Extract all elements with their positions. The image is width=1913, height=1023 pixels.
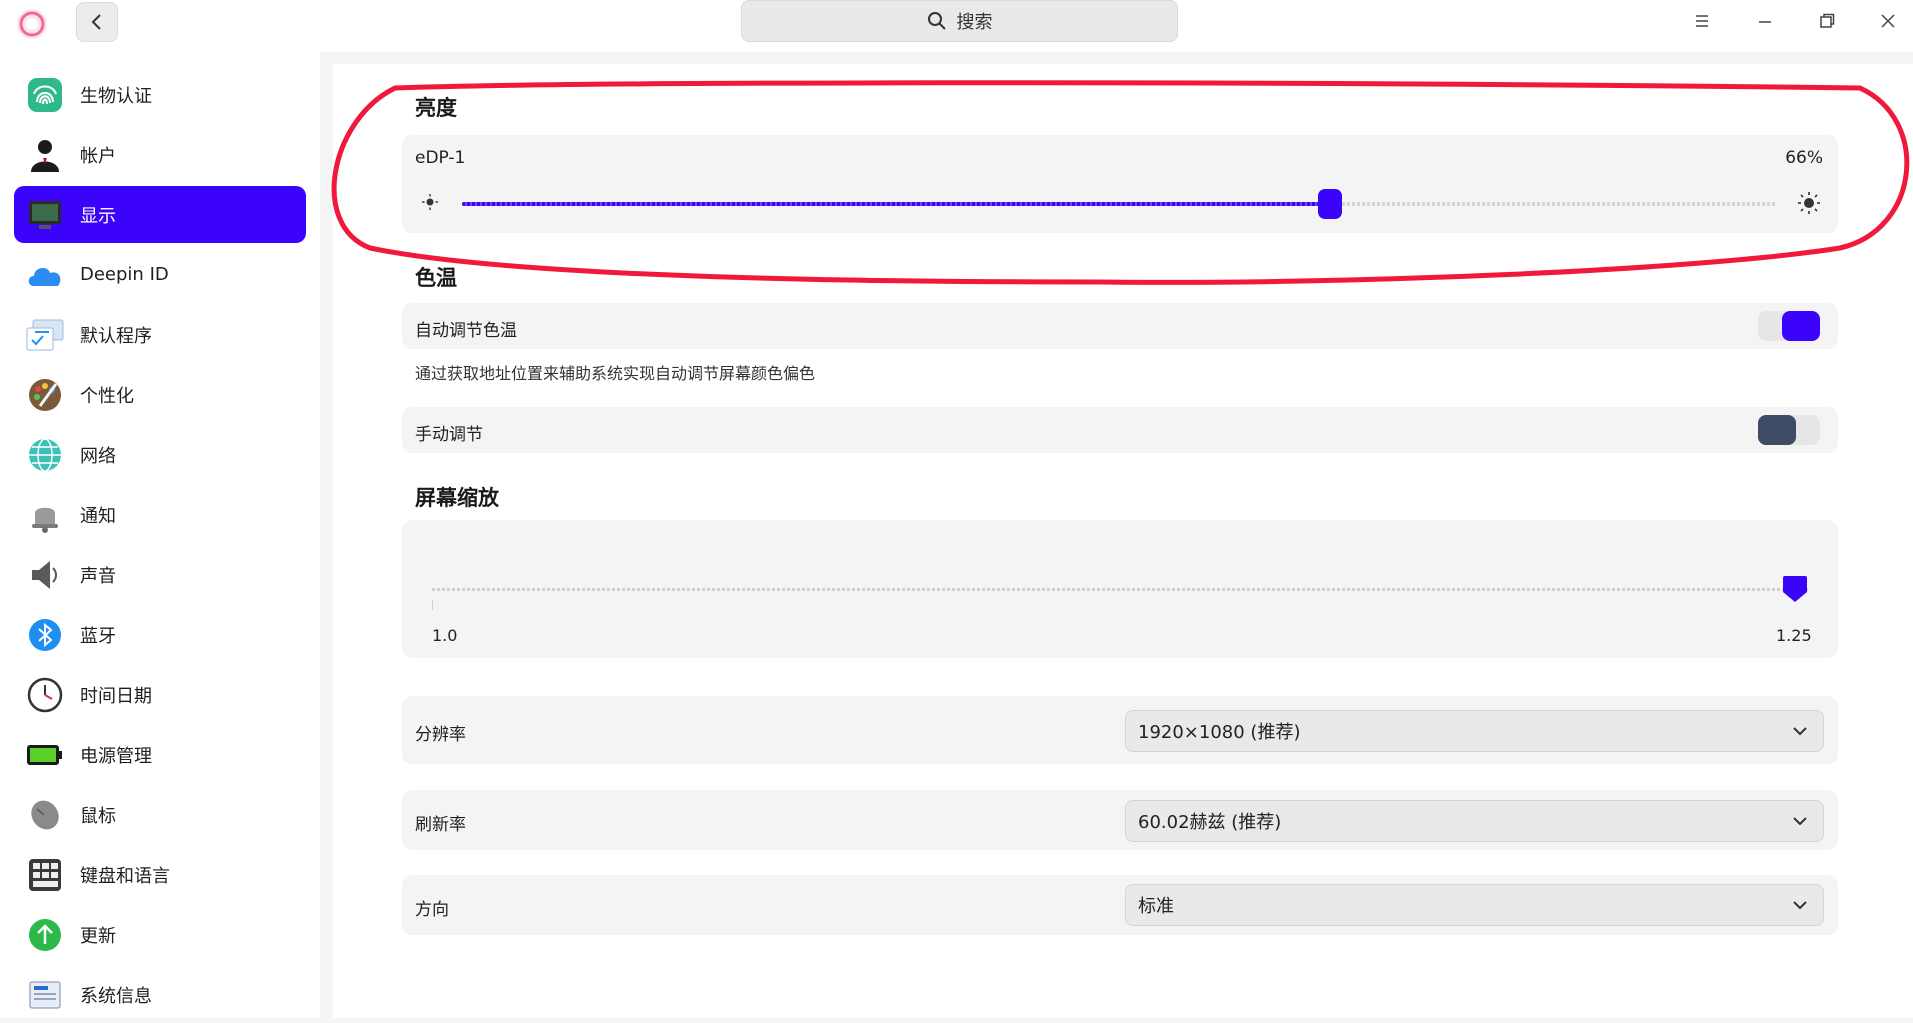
auto-color-temp-label: 自动调节色温 bbox=[415, 321, 517, 341]
orientation-value: 标准 bbox=[1138, 896, 1174, 917]
manual-adjust-label: 手动调节 bbox=[415, 425, 483, 445]
resolution-label: 分辨率 bbox=[415, 725, 466, 745]
scaling-min-label: 1.0 bbox=[432, 626, 458, 645]
refresh-rate-label: 刷新率 bbox=[415, 815, 466, 835]
scaling-tick-min bbox=[432, 600, 433, 610]
refresh-rate-value: 60.02赫兹 (推荐) bbox=[1138, 812, 1282, 833]
scaling-slider-handle[interactable] bbox=[1782, 574, 1808, 608]
chevron-down-icon bbox=[1793, 817, 1807, 826]
refresh-rate-select[interactable]: 60.02赫兹 (推荐) bbox=[1125, 800, 1824, 842]
auto-color-temp-row bbox=[402, 303, 1838, 349]
scaling-title: 屏幕缩放 bbox=[415, 486, 499, 510]
auto-color-temp-toggle[interactable] bbox=[1758, 311, 1820, 341]
toggle-knob bbox=[1782, 311, 1820, 341]
scaling-slider[interactable] bbox=[432, 576, 1808, 610]
annotation-circle bbox=[331, 80, 1910, 285]
manual-adjust-row bbox=[402, 407, 1838, 453]
scaling-max-label: 1.25 bbox=[1776, 626, 1812, 645]
resolution-value: 1920×1080 (推荐) bbox=[1138, 722, 1301, 743]
chevron-down-icon bbox=[1793, 901, 1807, 910]
chevron-down-icon bbox=[1793, 727, 1807, 736]
orientation-label: 方向 bbox=[415, 900, 449, 920]
manual-adjust-toggle[interactable] bbox=[1758, 415, 1820, 445]
toggle-knob bbox=[1758, 415, 1796, 445]
resolution-select[interactable]: 1920×1080 (推荐) bbox=[1125, 710, 1824, 752]
color-temp-title: 色温 bbox=[415, 266, 457, 290]
auto-color-temp-description: 通过获取地址位置来辅助系统实现自动调节屏幕颜色偏色 bbox=[415, 364, 816, 383]
orientation-select[interactable]: 标准 bbox=[1125, 884, 1824, 926]
